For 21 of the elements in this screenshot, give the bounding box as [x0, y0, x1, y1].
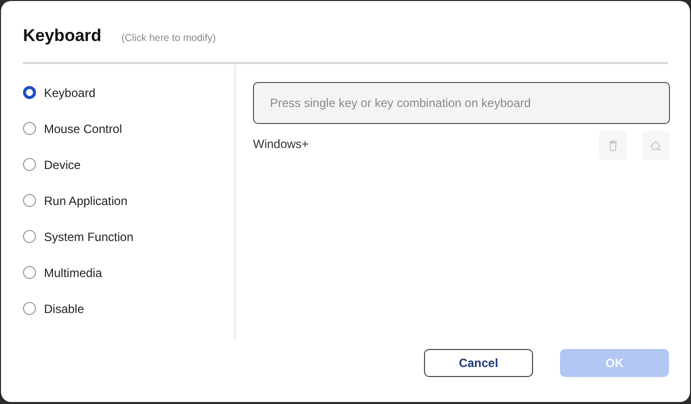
radio-button[interactable] [23, 122, 36, 135]
option-label[interactable]: Run Application [44, 192, 128, 210]
radio-button[interactable] [23, 230, 36, 243]
option-label[interactable]: System Function [44, 228, 134, 246]
option-label[interactable]: Keyboard [44, 84, 96, 102]
radio-button[interactable] [23, 86, 36, 99]
key-input-field[interactable]: Press single key or key combination on keyboard [253, 82, 670, 124]
modifier-label: Windows+ [253, 136, 310, 152]
option-label[interactable]: Disable [44, 300, 84, 318]
eraser-icon [650, 140, 662, 150]
option-label[interactable]: Mouse Control [44, 120, 122, 138]
option-label[interactable]: Device [44, 156, 81, 174]
modify-hint[interactable]: (Click here to modify) [121, 30, 216, 48]
radio-button[interactable] [23, 194, 36, 207]
dialog-title: Keyboard [23, 25, 102, 47]
radio-button[interactable] [23, 302, 36, 315]
option-label[interactable]: Multimedia [44, 264, 102, 282]
radio-button[interactable] [23, 266, 36, 279]
radio-button[interactable] [23, 158, 36, 171]
trash-icon [608, 140, 618, 150]
cancel-button[interactable]: Cancel [424, 348, 533, 376]
